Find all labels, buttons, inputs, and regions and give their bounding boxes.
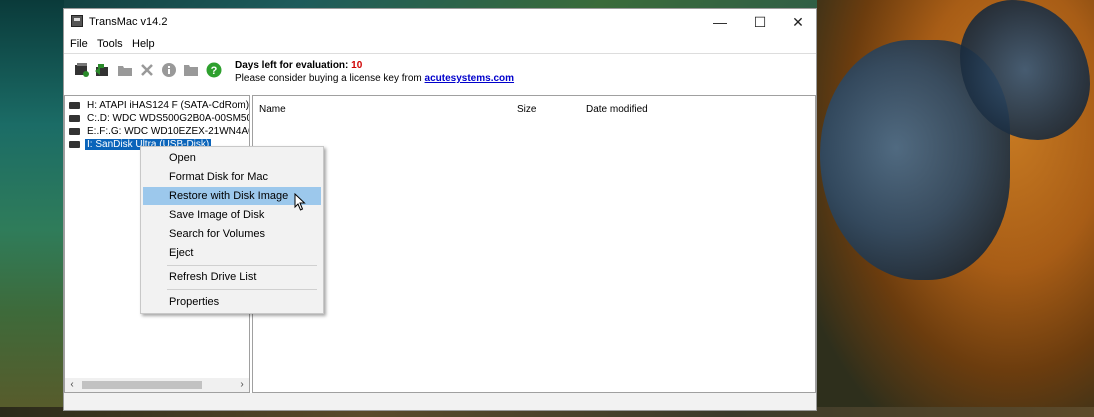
license-text: Please consider buying a license key fro… xyxy=(235,73,422,84)
scroll-thumb[interactable] xyxy=(82,381,202,389)
cdrom-icon xyxy=(69,102,80,109)
eval-days: 10 xyxy=(351,60,363,71)
menu-help[interactable]: Help xyxy=(132,38,155,50)
minimize-button[interactable]: — xyxy=(700,9,740,35)
hard-disk-icon xyxy=(69,128,80,135)
menu-item-eject[interactable]: Eject xyxy=(143,244,321,262)
folder-icon[interactable] xyxy=(117,62,133,78)
menu-item-label: Format Disk for Mac xyxy=(169,171,269,183)
drive-label: H: ATAPI iHAS124 F (SATA-CdRom) xyxy=(87,100,250,111)
menu-bar: File Tools Help xyxy=(64,35,816,53)
eval-label: Days left for evaluation: xyxy=(235,60,349,71)
info-icon[interactable] xyxy=(161,62,177,78)
svg-text:?: ? xyxy=(211,65,218,77)
app-icon xyxy=(71,15,83,27)
desktop-background-left xyxy=(0,0,64,417)
context-menu: Open Format Disk for Mac Restore with Di… xyxy=(140,146,324,314)
help-icon[interactable]: ? xyxy=(206,62,222,78)
menu-item-open[interactable]: Open xyxy=(143,149,321,167)
license-link[interactable]: acutesystems.com xyxy=(425,73,515,84)
menu-item-search-volumes[interactable]: Search for Volumes xyxy=(143,225,321,243)
menu-item-label: Eject xyxy=(169,247,194,259)
drive-item[interactable]: E:.F:.G: WDC WD10EZEX-21WN4A0 ( xyxy=(69,125,250,138)
menu-item-format-disk[interactable]: Format Disk for Mac xyxy=(143,168,321,186)
evaluation-notice: Days left for evaluation: 10 Please cons… xyxy=(235,60,514,84)
horizontal-scrollbar[interactable]: ‹ › xyxy=(65,378,249,392)
column-header-size[interactable]: Size xyxy=(517,104,536,115)
delete-icon[interactable] xyxy=(139,62,155,78)
toolbar: ? Days left for evaluation: 10 Please co… xyxy=(64,53,816,96)
menu-separator xyxy=(167,265,317,266)
column-header-name[interactable]: Name xyxy=(259,104,286,115)
drive-label: E:.F:.G: WDC WD10EZEX-21WN4A0 ( xyxy=(87,126,250,137)
install-icon[interactable] xyxy=(94,62,110,78)
menu-item-label: Refresh Drive List xyxy=(169,271,257,283)
menu-item-label: Search for Volumes xyxy=(169,228,265,240)
hard-disk-icon xyxy=(69,115,80,122)
drive-item[interactable]: H: ATAPI iHAS124 F (SATA-CdRom) xyxy=(69,99,250,112)
window-title: TransMac v14.2 xyxy=(89,16,168,28)
file-list-pane[interactable]: Name Size Date modified xyxy=(252,95,816,393)
menu-tools[interactable]: Tools xyxy=(97,38,123,50)
scroll-left-icon[interactable]: ‹ xyxy=(65,378,79,392)
menu-file[interactable]: File xyxy=(70,38,88,50)
column-header-date[interactable]: Date modified xyxy=(586,104,648,115)
open-folder-icon[interactable] xyxy=(183,62,199,78)
title-bar[interactable]: TransMac v14.2 — ☐ ✕ xyxy=(64,9,816,35)
scan-icon[interactable] xyxy=(74,62,90,78)
menu-item-label: Open xyxy=(169,152,196,164)
close-button[interactable]: ✕ xyxy=(778,9,818,35)
menu-item-refresh-drive-list[interactable]: Refresh Drive List xyxy=(143,268,321,286)
mouse-pointer-icon xyxy=(294,193,306,211)
status-bar xyxy=(64,393,816,410)
menu-item-properties[interactable]: Properties xyxy=(143,293,321,311)
drive-item[interactable]: C:.D: WDC WDS500G2B0A-00SM50 ( xyxy=(69,112,250,125)
menu-item-label: Restore with Disk Image xyxy=(169,190,289,202)
menu-item-label: Properties xyxy=(169,296,220,308)
usb-disk-icon xyxy=(69,141,80,148)
drive-label: C:.D: WDC WDS500G2B0A-00SM50 ( xyxy=(87,113,250,124)
menu-item-label: Save Image of Disk xyxy=(169,209,265,221)
menu-separator xyxy=(167,289,317,290)
maximize-button[interactable]: ☐ xyxy=(740,9,780,35)
scroll-right-icon[interactable]: › xyxy=(235,378,249,392)
